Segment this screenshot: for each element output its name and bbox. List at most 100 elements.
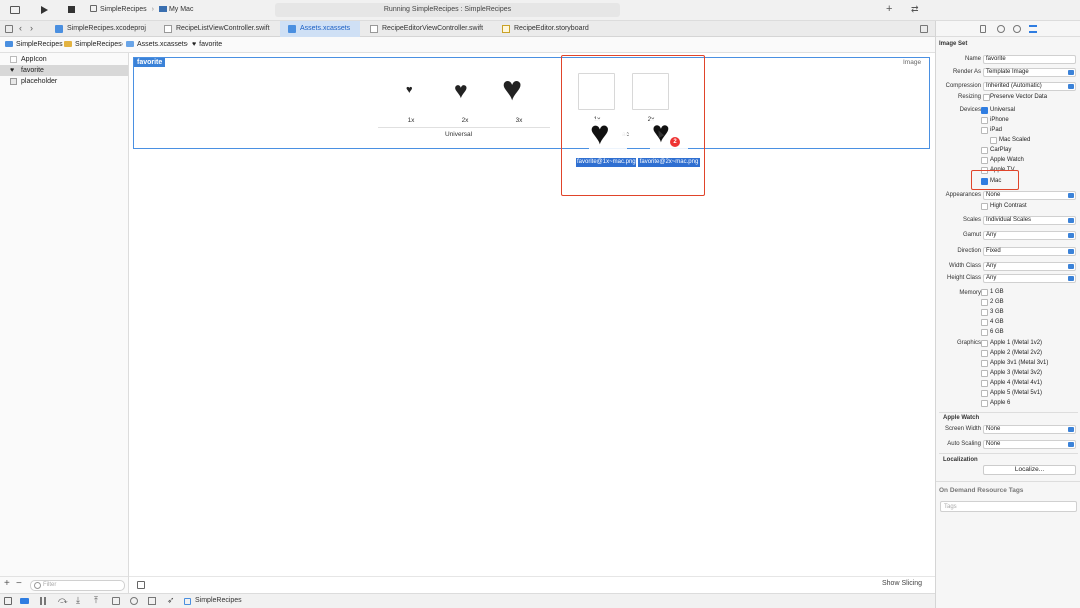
- graphics-checkbox[interactable]: [981, 400, 988, 407]
- localize-button[interactable]: Localize...: [983, 465, 1076, 475]
- forward-icon[interactable]: ›: [30, 24, 33, 33]
- gamut-value: Any: [986, 232, 997, 238]
- tab-xcodeproj[interactable]: SimpleRecipes.xcodeproj: [47, 21, 149, 37]
- breadcrumb-project[interactable]: SimpleRecipes: [5, 37, 63, 53]
- graphics-option: Apple 3 (Metal 3v2): [990, 370, 1043, 376]
- step-out-icon[interactable]: ⤒: [94, 596, 98, 605]
- file-inspector-icon[interactable]: [980, 25, 986, 33]
- view-hierarchy-icon[interactable]: [112, 597, 120, 605]
- scales-popup[interactable]: Individual Scales: [983, 216, 1076, 225]
- location-icon[interactable]: ➶: [167, 596, 175, 605]
- memory-checkbox[interactable]: [981, 319, 988, 326]
- heart-3x-image[interactable]: ♥: [502, 71, 522, 107]
- memory-checkbox[interactable]: [981, 289, 988, 296]
- stop-button[interactable]: [68, 6, 75, 13]
- auto-scaling-popup[interactable]: None: [983, 440, 1076, 449]
- graphics-checkbox[interactable]: [981, 350, 988, 357]
- tab-recipeeditor[interactable]: RecipeEditorViewController.swift: [362, 21, 492, 37]
- apple-watch-section: Apple Watch: [943, 415, 980, 421]
- hide-debug-icon[interactable]: [4, 597, 12, 605]
- tab-recipelist[interactable]: RecipeListViewController.swift: [156, 21, 274, 37]
- device-checkbox-ipad[interactable]: [981, 127, 988, 134]
- memory-checkbox[interactable]: [981, 329, 988, 336]
- environment-icon[interactable]: [148, 597, 156, 605]
- run-button[interactable]: [41, 6, 48, 14]
- scheme-selector[interactable]: SimpleRecipes › My Mac: [90, 5, 193, 15]
- list-item-appicon[interactable]: AppIcon: [0, 54, 128, 65]
- compression-popup[interactable]: Inherited (Automatic): [983, 82, 1076, 91]
- tags-field[interactable]: Tags: [940, 501, 1077, 512]
- screen-width-label: Screen Width: [944, 426, 981, 432]
- memory-graph-icon[interactable]: [130, 597, 138, 605]
- popup-arrows-icon: [1068, 264, 1074, 269]
- tab-storyboard[interactable]: RecipeEditor.storyboard: [494, 21, 598, 37]
- popup-arrows-icon: [1068, 249, 1074, 254]
- back-icon[interactable]: ‹: [19, 24, 22, 33]
- high-contrast-checkbox[interactable]: [981, 203, 988, 210]
- grid-icon[interactable]: [5, 25, 13, 33]
- tab-label: Assets.xcassets: [300, 25, 351, 32]
- breadcrumb-favorite[interactable]: ♥ favorite: [192, 37, 222, 53]
- window-toolbar: SimpleRecipes › My Mac Running SimpleRec…: [0, 0, 1080, 21]
- add-button[interactable]: +: [4, 578, 10, 589]
- device-checkbox-carplay[interactable]: [981, 147, 988, 154]
- preserve-vector-checkbox[interactable]: [983, 94, 990, 101]
- direction-popup[interactable]: Fixed: [983, 247, 1076, 256]
- list-item-placeholder[interactable]: placeholder: [0, 76, 128, 87]
- split-editor-icon[interactable]: [920, 25, 928, 33]
- device-checkbox-apple-watch[interactable]: [981, 157, 988, 164]
- graphics-checkbox[interactable]: [981, 370, 988, 377]
- width-class-popup[interactable]: Any: [983, 262, 1076, 271]
- popup-arrows-icon: [1068, 442, 1074, 447]
- gamut-popup[interactable]: Any: [983, 231, 1076, 240]
- graphics-checkbox[interactable]: [981, 360, 988, 367]
- appearances-popup[interactable]: None: [983, 191, 1076, 200]
- graphics-checkbox[interactable]: [981, 390, 988, 397]
- section-divider: [939, 453, 1078, 454]
- destination-name: My Mac: [168, 6, 194, 13]
- show-slicing-button[interactable]: Show Slicing: [882, 580, 922, 587]
- height-class-value: Any: [986, 275, 997, 281]
- step-in-icon[interactable]: ⤓: [76, 596, 80, 605]
- attributes-inspector-icon[interactable]: [1029, 25, 1037, 33]
- height-class-popup[interactable]: Any: [983, 274, 1076, 283]
- step-over-icon[interactable]: ⤼: [58, 596, 68, 605]
- graphics-checkbox[interactable]: [981, 380, 988, 387]
- breadcrumb-label: Assets.xcassets: [137, 41, 188, 48]
- image-set-box[interactable]: [133, 57, 930, 149]
- scales-value: Individual Scales: [986, 217, 1032, 223]
- render-as-popup[interactable]: Template Image: [983, 68, 1076, 77]
- device-label-universal: Universal: [990, 107, 1016, 113]
- inspector-header: Image Set: [939, 41, 968, 47]
- name-value: favorite: [986, 56, 1006, 62]
- device-checkbox-iphone[interactable]: [981, 117, 988, 124]
- memory-checkbox[interactable]: [981, 309, 988, 316]
- breadcrumb-label: SimpleRecipes: [16, 41, 63, 48]
- heart-2x-image[interactable]: ♥: [454, 78, 468, 102]
- device-checkbox-universal[interactable]: [981, 107, 988, 114]
- device-checkbox-mac-scaled[interactable]: [990, 137, 997, 144]
- help-icon[interactable]: [1013, 25, 1021, 33]
- remove-button[interactable]: −: [16, 578, 22, 589]
- pause-icon[interactable]: [40, 597, 46, 605]
- memory-option: 3 GB: [990, 309, 1004, 315]
- breadcrumb-group[interactable]: SimpleRecipes: [64, 37, 122, 53]
- breakpoints-icon[interactable]: [20, 598, 29, 604]
- graphics-option: Apple 4 (Metal 4v1): [990, 380, 1043, 386]
- tab-assets[interactable]: Assets.xcassets: [280, 21, 360, 37]
- breadcrumb-assets[interactable]: Assets.xcassets: [126, 37, 187, 53]
- navigator-toggle-icon[interactable]: [10, 6, 20, 14]
- filter-input[interactable]: Filter: [30, 580, 125, 591]
- list-item-favorite[interactable]: ♥ favorite: [0, 65, 128, 76]
- add-library-button[interactable]: +: [886, 3, 892, 15]
- heart-1x-image[interactable]: ♥: [406, 84, 413, 96]
- screen-width-popup[interactable]: None: [983, 425, 1076, 434]
- copy-icon[interactable]: [137, 581, 145, 589]
- graphics-checkbox[interactable]: [981, 340, 988, 347]
- xcodeproj-icon: [55, 25, 63, 33]
- name-field[interactable]: favorite: [983, 55, 1076, 64]
- history-icon[interactable]: [997, 25, 1005, 33]
- swift-file-icon: [370, 25, 378, 33]
- memory-checkbox[interactable]: [981, 299, 988, 306]
- code-review-icon[interactable]: ⇄: [911, 4, 919, 15]
